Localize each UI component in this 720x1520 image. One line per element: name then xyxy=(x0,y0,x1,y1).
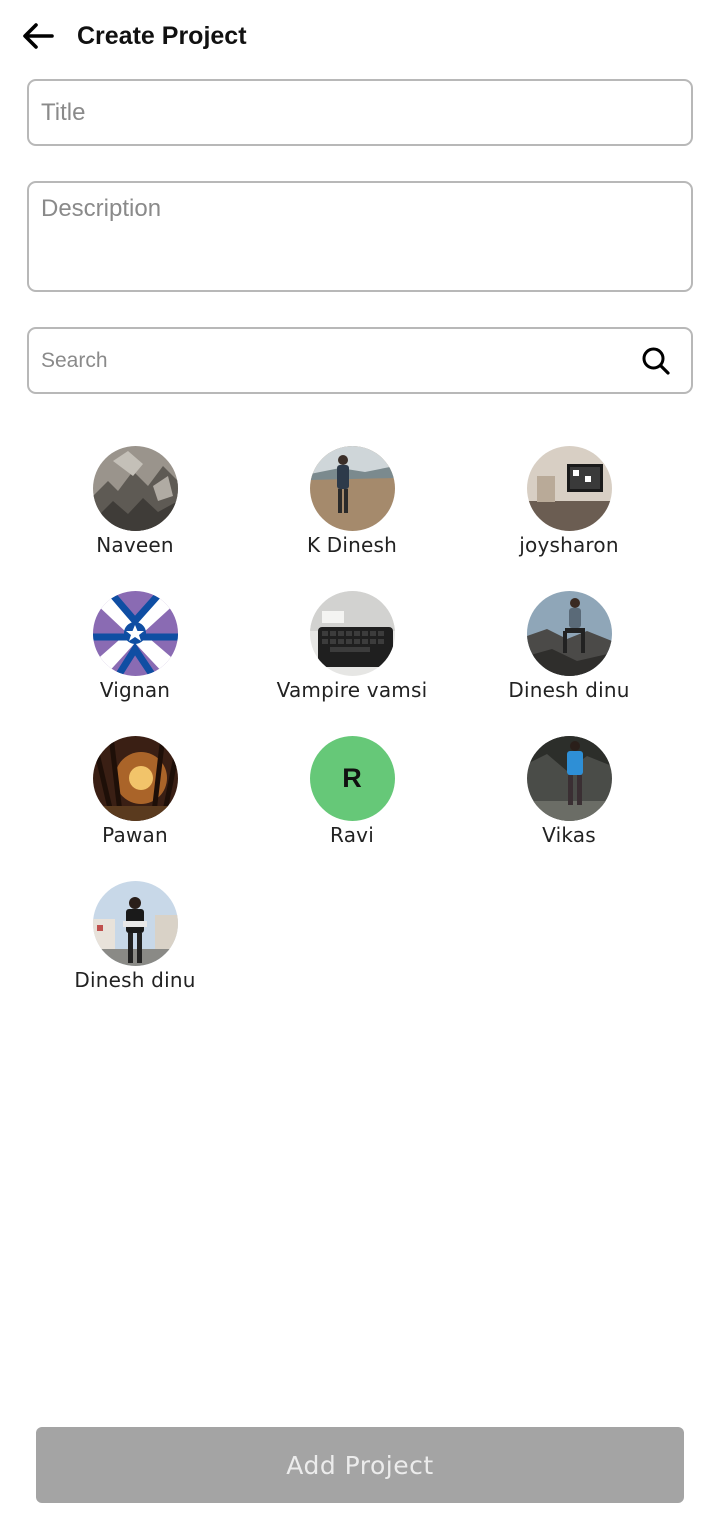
person-item[interactable]: Dinesh dinu xyxy=(461,591,677,711)
description-input[interactable] xyxy=(29,183,691,290)
person-item[interactable]: K Dinesh xyxy=(244,446,460,566)
avatar: R xyxy=(309,736,395,821)
person-item[interactable]: Vampire vamsi xyxy=(244,591,460,711)
person-item[interactable]: R Ravi xyxy=(244,736,460,856)
add-project-button[interactable]: Add Project xyxy=(36,1427,684,1503)
avatar xyxy=(526,591,612,676)
avatar xyxy=(526,446,612,531)
add-project-label: Add Project xyxy=(286,1450,434,1480)
avatar xyxy=(92,446,178,531)
person-item[interactable]: Vignan xyxy=(27,591,243,711)
person-name: Pawan xyxy=(102,823,168,847)
app-bar: Create Project xyxy=(0,0,720,72)
person-name: K Dinesh xyxy=(306,533,398,557)
avatar xyxy=(526,736,612,821)
avatar xyxy=(309,591,395,676)
person-name: Dinesh dinu xyxy=(508,678,630,702)
avatar xyxy=(92,881,178,966)
person-item[interactable]: Pawan xyxy=(27,736,243,856)
person-item[interactable]: Naveen xyxy=(27,446,243,566)
avatar-initial: R xyxy=(342,763,362,793)
back-button[interactable] xyxy=(16,14,60,58)
person-name: Ravi xyxy=(330,823,374,847)
person-item[interactable]: Vikas xyxy=(461,736,677,856)
person-name: Vignan xyxy=(99,678,171,702)
person-item[interactable]: joysharon xyxy=(461,446,677,566)
person-name: Vikas xyxy=(542,823,596,847)
description-field[interactable] xyxy=(27,181,693,292)
avatar xyxy=(92,591,178,676)
arrow-left-icon xyxy=(23,23,54,49)
person-name: Vampire vamsi xyxy=(276,678,428,702)
search-input[interactable] xyxy=(29,329,691,392)
person-name: joysharon xyxy=(519,533,619,557)
search-field[interactable] xyxy=(27,327,693,394)
title-input[interactable] xyxy=(29,81,691,144)
person-name: Naveen xyxy=(96,533,174,557)
title-field[interactable] xyxy=(27,79,693,146)
search-icon[interactable] xyxy=(641,346,671,376)
person-name: Dinesh dinu xyxy=(74,968,196,992)
avatar xyxy=(309,446,395,531)
avatar xyxy=(92,736,178,821)
page-title: Create Project xyxy=(77,22,247,50)
person-item[interactable]: Dinesh dinu xyxy=(27,881,243,1001)
